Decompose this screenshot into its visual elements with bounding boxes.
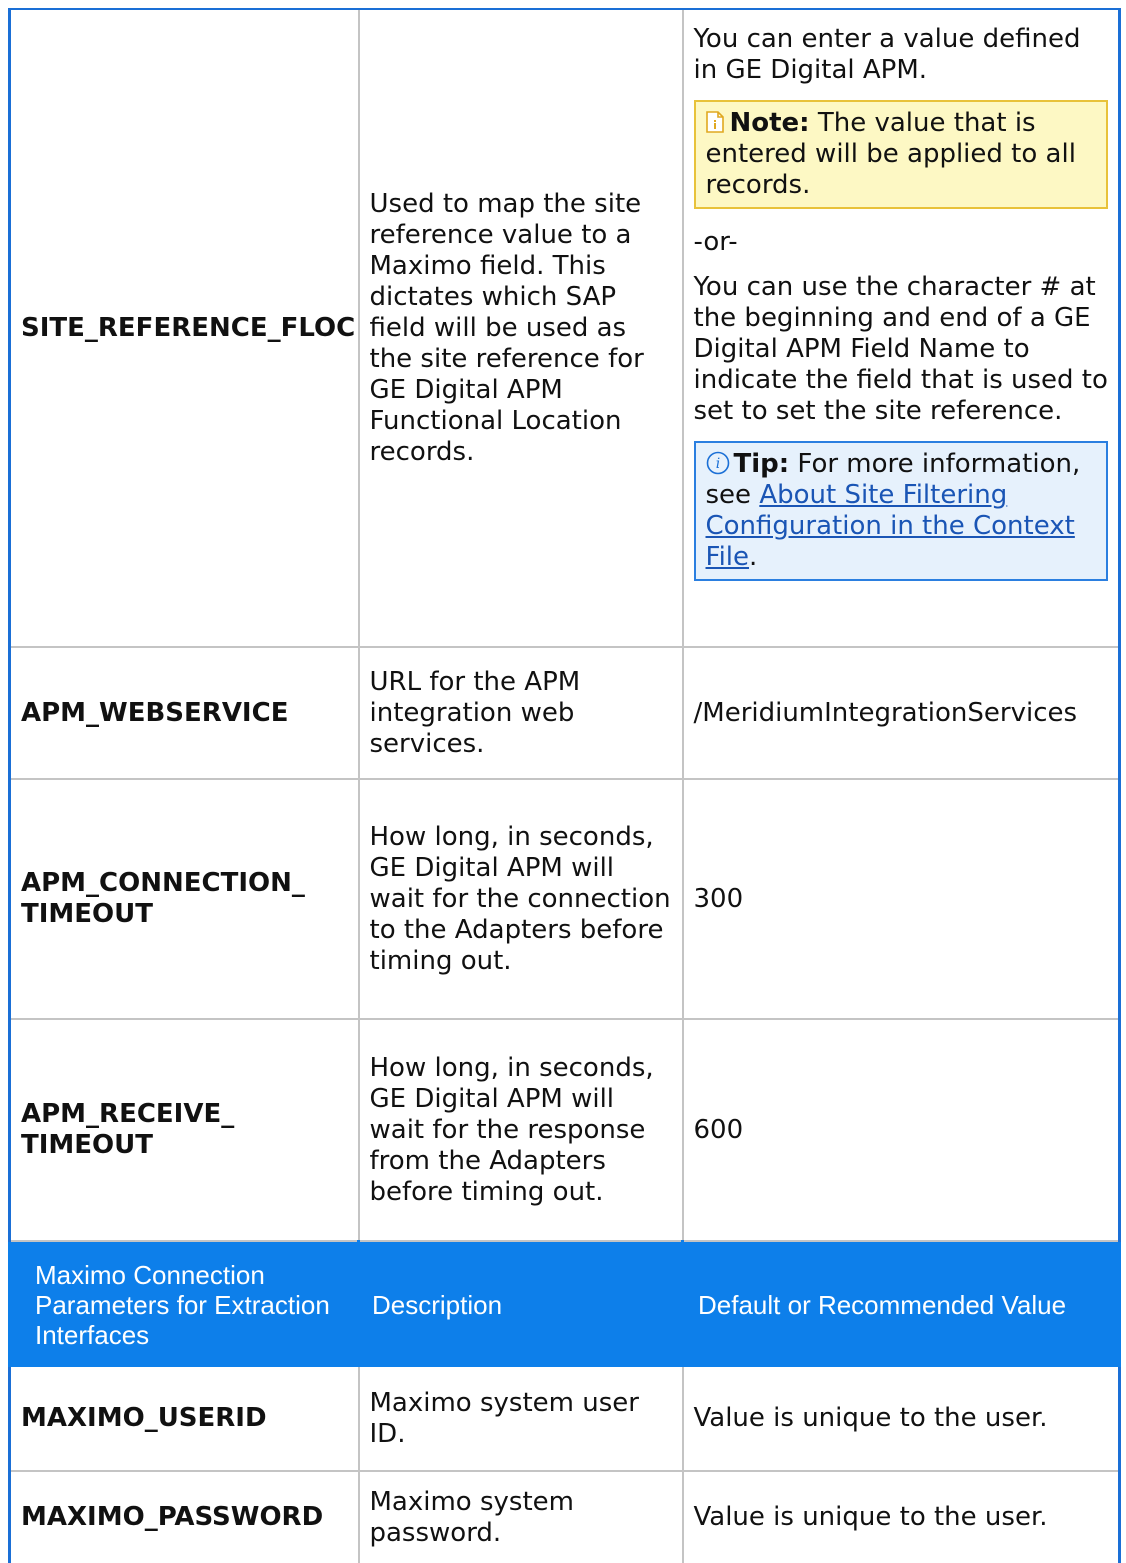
description-cell: URL for the APM integration web services…: [357, 647, 683, 780]
description-text: URL for the APM integration web services…: [369, 666, 581, 759]
parameter-name: APM_RECEIVE_ TIMEOUT: [21, 1099, 235, 1160]
parameter-cell: APM_CONNECTION_ TIMEOUT: [8, 779, 359, 1020]
table-header-row: Maximo Connection Parameters for Extract…: [8, 1241, 1121, 1367]
value-text: 300: [693, 883, 744, 914]
info-icon: i: [706, 451, 729, 475]
value-text: /MeridiumIntegrationServices: [693, 697, 1078, 728]
note-box: Note: The value that is entered will be …: [693, 100, 1108, 209]
value-cell: /MeridiumIntegrationServices: [681, 647, 1121, 780]
table-row: APM_WEBSERVICE URL for the APM integrati…: [8, 647, 1121, 780]
value-text: 600: [693, 1114, 744, 1145]
parameter-name: SITE_REFERENCE_FLOC: [21, 312, 356, 343]
site-filtering-link[interactable]: About Site Filtering Configuration in th…: [706, 480, 1075, 572]
header-default-value: Default or Recommended Value: [681, 1241, 1121, 1367]
description-text: Maximo system user ID.: [369, 1387, 639, 1449]
value-cell: Value is unique to the user.: [681, 1471, 1121, 1563]
header-parameters: Maximo Connection Parameters for Extract…: [8, 1241, 360, 1367]
value-cell: 300: [681, 779, 1121, 1020]
table-row: APM_RECEIVE_ TIMEOUT How long, in second…: [8, 1019, 1121, 1242]
description-cell: How long, in seconds, GE Digital APM wil…: [357, 779, 683, 1020]
description-cell: Maximo system user ID.: [357, 1367, 683, 1472]
tip-end: .: [749, 542, 758, 572]
value-cell: 600: [681, 1019, 1121, 1242]
description-text: Maximo system password.: [369, 1486, 574, 1548]
parameter-cell: MAXIMO_USERID: [8, 1367, 359, 1472]
description-cell: Maximo system password.: [357, 1471, 683, 1563]
parameter-cell: APM_WEBSERVICE: [8, 647, 359, 780]
value-alternative: You can use the character # at the begin…: [693, 272, 1108, 426]
description-text: How long, in seconds, GE Digital APM wil…: [369, 821, 671, 976]
description-text: How long, in seconds, GE Digital APM wil…: [369, 1052, 654, 1207]
header-description: Description: [357, 1241, 684, 1367]
or-text: -or-: [693, 227, 738, 257]
parameter-cell: SITE_REFERENCE_FLOC: [8, 8, 359, 648]
tip-label: Tip:: [733, 449, 790, 479]
tip-box: i Tip: For more information, see About S…: [693, 441, 1108, 581]
value-text: Value is unique to the user.: [693, 1502, 1048, 1532]
note-icon: [705, 111, 724, 133]
parameter-cell: APM_RECEIVE_ TIMEOUT: [8, 1019, 359, 1242]
parameter-name: APM_CONNECTION_ TIMEOUT: [21, 868, 305, 929]
description-cell: How long, in seconds, GE Digital APM wil…: [357, 1019, 683, 1242]
svg-text:i: i: [715, 456, 719, 472]
parameters-table: SITE_REFERENCE_FLOC Used to map the site…: [8, 8, 1121, 1563]
parameter-cell: MAXIMO_PASSWORD: [8, 1471, 359, 1563]
description-cell: Used to map the site reference value to …: [357, 8, 683, 648]
parameter-name: MAXIMO_USERID: [21, 1403, 267, 1433]
table-row: MAXIMO_USERID Maximo system user ID. Val…: [8, 1367, 1121, 1472]
table-row: MAXIMO_PASSWORD Maximo system password. …: [8, 1471, 1121, 1563]
note-label: Note:: [729, 108, 810, 138]
parameter-name: MAXIMO_PASSWORD: [21, 1502, 324, 1532]
value-cell: You can enter a value defined in GE Digi…: [681, 8, 1121, 648]
table-row: SITE_REFERENCE_FLOC Used to map the site…: [8, 8, 1121, 648]
table-row: APM_CONNECTION_ TIMEOUT How long, in sec…: [8, 779, 1121, 1020]
description-text: Used to map the site reference value to …: [369, 188, 644, 467]
value-cell: Value is unique to the user.: [681, 1367, 1121, 1472]
parameter-name: APM_WEBSERVICE: [21, 697, 289, 728]
value-text: Value is unique to the user.: [693, 1403, 1048, 1433]
value-intro: You can enter a value defined in GE Digi…: [693, 24, 1081, 85]
